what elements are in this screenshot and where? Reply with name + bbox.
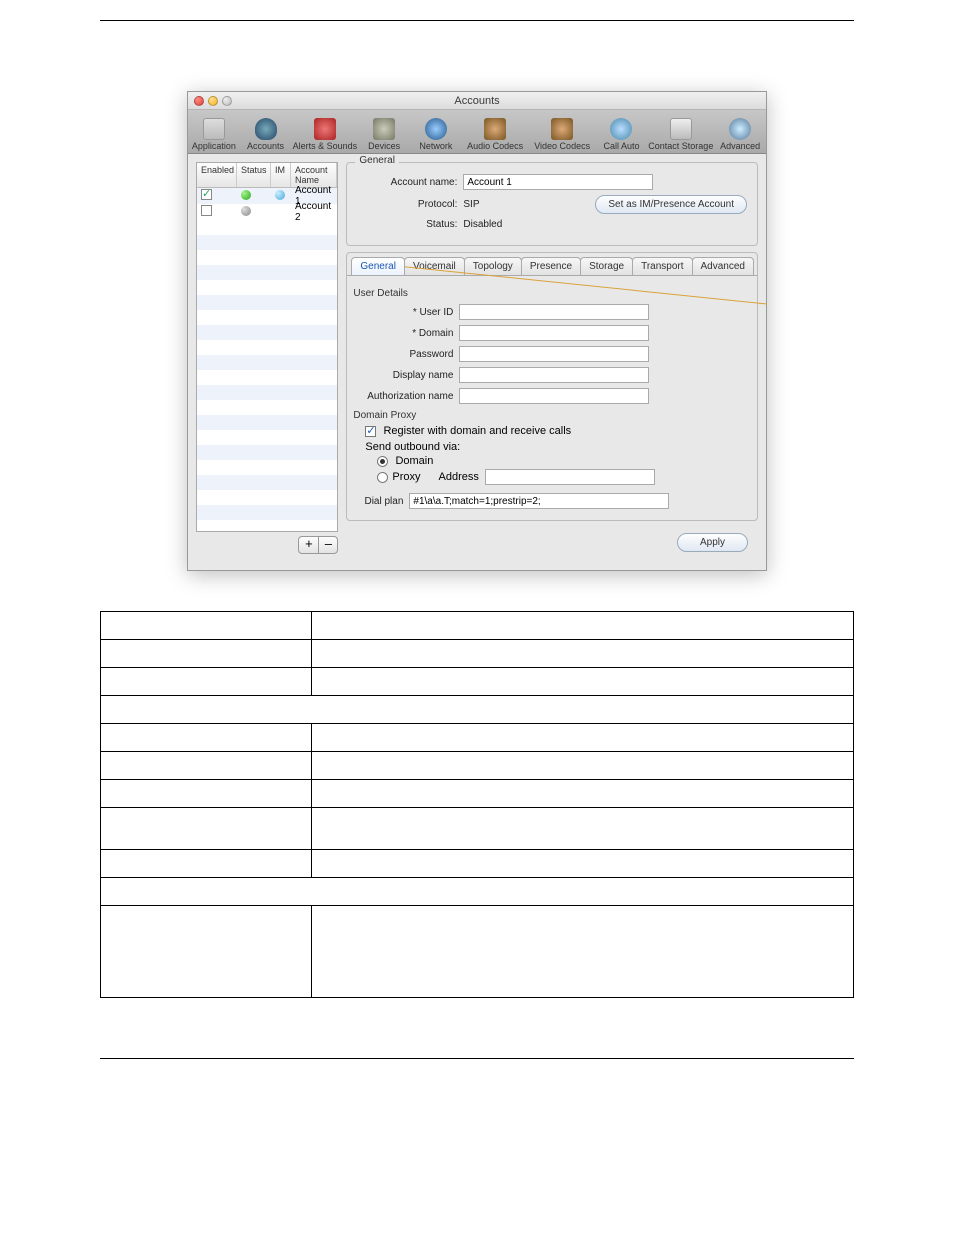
top-rule [100,20,854,21]
fields-table [100,611,854,998]
send-via-label: Send outbound via: [365,441,751,453]
tb-application[interactable]: Application [188,110,240,153]
accounts-icon [255,118,277,140]
tb-audio[interactable]: Audio Codecs [462,110,529,153]
tab-transport[interactable]: Transport [632,257,692,275]
tab-storage[interactable]: Storage [580,257,633,275]
tab-advanced[interactable]: Advanced [692,257,754,275]
toolbar: Application Accounts Alerts & Sounds Dev… [188,110,766,154]
tb-network[interactable]: Network [410,110,462,153]
im-presence-icon [275,190,285,200]
domain-radio[interactable] [377,456,388,467]
status-label: Status: [357,219,457,230]
domain-input[interactable] [459,325,649,341]
enabled-checkbox[interactable] [201,189,212,200]
protocol-label: Protocol: [357,199,457,210]
call-auto-icon [610,118,632,140]
user-details-header: User Details [353,288,751,299]
set-presence-button[interactable]: Set as IM/Presence Account [595,195,747,214]
password-input[interactable] [459,346,649,362]
domain-proxy-header: Domain Proxy [353,410,751,421]
devices-icon [373,118,395,140]
status-value: Disabled [463,219,502,230]
tab-general[interactable]: General [351,257,405,275]
tab-voicemail[interactable]: Voicemail [404,257,465,275]
tb-storage[interactable]: Contact Storage [647,110,714,153]
proxy-radio[interactable] [377,472,388,483]
titlebar: Accounts [188,92,766,110]
window-title: Accounts [188,95,766,107]
status-orb-icon [241,190,251,200]
status-orb-icon [241,206,251,216]
tabs-group: General Voicemail Topology Presence Stor… [346,252,758,521]
accounts-list[interactable]: Enabled Status IM Account Name Account 1 [196,162,338,532]
tb-accounts[interactable]: Accounts [240,110,292,153]
accounts-window: Accounts Application Accounts Alerts & S… [187,91,767,571]
tab-topology[interactable]: Topology [464,257,522,275]
tb-devices[interactable]: Devices [358,110,410,153]
tb-alerts[interactable]: Alerts & Sounds [291,110,358,153]
dial-plan-input[interactable] [409,493,669,509]
auth-name-input[interactable] [459,388,649,404]
network-icon [425,118,447,140]
tb-callauto[interactable]: Call Auto [596,110,648,153]
tb-video[interactable]: Video Codecs [529,110,596,153]
advanced-icon [729,118,751,140]
tb-advanced[interactable]: Advanced [714,110,766,153]
register-checkbox[interactable] [365,426,376,437]
account-name-label: Account name: [357,177,457,188]
general-group: General Account name: Protocol: SIP Set … [346,162,758,246]
tab-presence[interactable]: Presence [521,257,581,275]
dial-plan-label: Dial plan [353,496,403,507]
add-account-button[interactable]: + [298,536,318,554]
alerts-icon [314,118,336,140]
application-icon [203,118,225,140]
apply-button[interactable]: Apply [677,533,748,552]
contact-storage-icon [670,118,692,140]
video-codecs-icon [551,118,573,140]
protocol-value: SIP [463,199,479,210]
remove-account-button[interactable]: – [318,536,338,554]
user-id-input[interactable] [459,304,649,320]
display-name-input[interactable] [459,367,649,383]
audio-codecs-icon [484,118,506,140]
proxy-address-input[interactable] [485,469,655,485]
account-name-input[interactable] [463,174,653,190]
bottom-rule [100,1058,854,1059]
list-row[interactable]: Account 2 [197,204,337,220]
enabled-checkbox[interactable] [201,205,212,216]
